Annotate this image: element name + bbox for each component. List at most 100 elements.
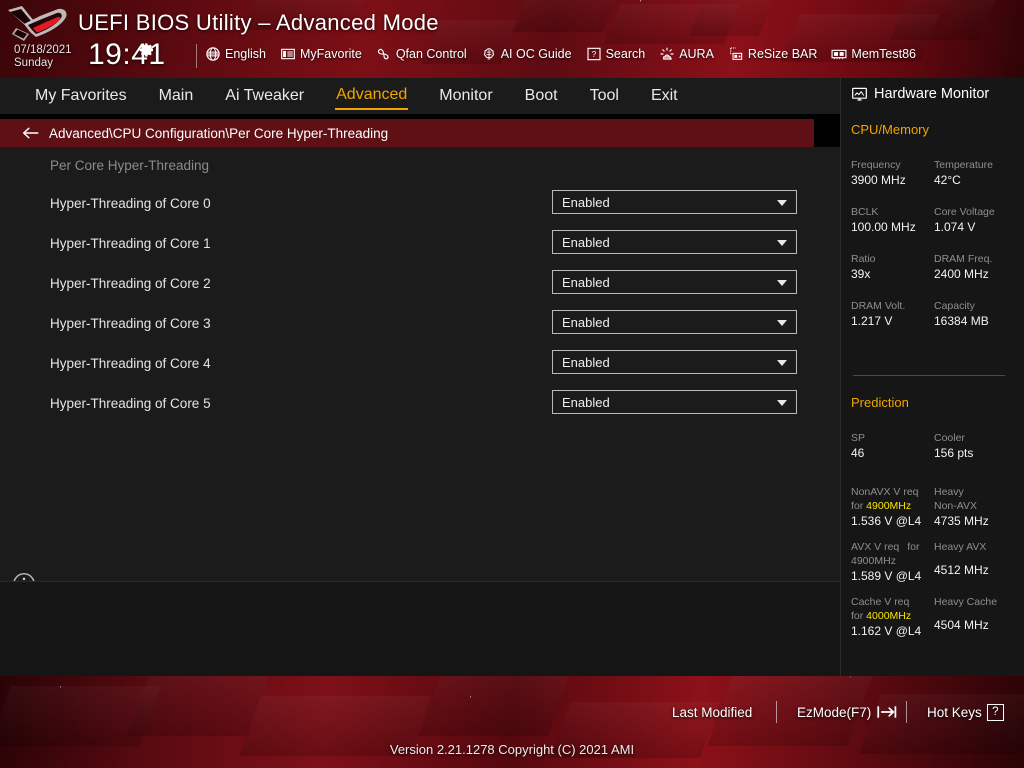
setting-label: Hyper-Threading of Core 1 (50, 236, 211, 251)
hyper-threading-core2-dropdown[interactable]: Enabled (552, 270, 797, 294)
toolbar-label: AI OC Guide (501, 47, 572, 61)
hwm-row: BCLK 100.00 MHz Core Voltage 1.074 V (851, 205, 1017, 235)
hwm-cell: Cooler 156 pts (934, 431, 1017, 461)
hwm-cell: Heavy AVX 4512 MHz (934, 540, 1017, 584)
tab-ai-tweaker[interactable]: Ai Tweaker (224, 84, 305, 109)
hwm-value: 42°C (934, 172, 1017, 188)
hwm-value: 1.162 V @L4 (851, 623, 934, 639)
toolbar-label: ReSize BAR (748, 47, 817, 61)
resize-bar-icon (728, 46, 744, 62)
globe-icon (205, 46, 221, 62)
toolbar-item-qfan-control[interactable]: Qfan Control (376, 46, 467, 62)
hwm-cell: Cache V req for 4000MHz 1.162 V @L4 (851, 595, 934, 639)
brain-icon (481, 46, 497, 62)
dropdown-value: Enabled (553, 195, 610, 210)
toolbar-item-search[interactable]: ? Search (586, 46, 646, 62)
hwm-cell: DRAM Freq. 2400 MHz (934, 252, 1017, 282)
hwm-row: Ratio 39x DRAM Freq. 2400 MHz (851, 252, 1017, 282)
last-modified-button[interactable]: Last Modified (672, 705, 752, 720)
toolbar-item-english[interactable]: English (205, 46, 266, 62)
hwm-value: 4512 MHz (934, 562, 1017, 578)
back-arrow-icon[interactable] (22, 126, 39, 140)
hwm-row: DRAM Volt. 1.217 V Capacity 16384 MB (851, 299, 1017, 329)
hwm-section-cpu-memory: CPU/Memory (851, 122, 929, 137)
tab-advanced[interactable]: Advanced (335, 83, 408, 110)
hwm-row: SP 46 Cooler 156 pts (851, 431, 1017, 461)
content-lower-strip (0, 581, 840, 676)
date-text: 07/18/2021 (14, 44, 72, 57)
exit-arrow-icon (876, 705, 898, 719)
dropdown-value: Enabled (553, 275, 610, 290)
hwm-cell: Core Voltage 1.074 V (934, 205, 1017, 235)
fan-icon (376, 46, 392, 62)
chevron-down-icon (777, 240, 787, 246)
hwm-key: DRAM Freq. (934, 252, 1017, 266)
hwm-key: Frequency (851, 158, 934, 172)
hwm-key: Heavy Cache (934, 595, 1017, 609)
rog-logo-icon (6, 4, 72, 46)
tab-my-favorites[interactable]: My Favorites (34, 84, 128, 109)
hwm-key: AVX V reqfor (851, 540, 934, 554)
toolbar-label: MemTest86 (851, 47, 916, 61)
hwm-key: BCLK (851, 205, 934, 219)
list-icon (280, 46, 296, 62)
footer-bar: Last Modified EzMode(F7) Hot Keys ? Vers… (0, 676, 1024, 768)
setting-label: Hyper-Threading of Core 3 (50, 316, 211, 331)
toolbar-item-memtest86[interactable]: MemTest86 (831, 46, 916, 62)
chevron-down-icon (777, 280, 787, 286)
hwm-cell: SP 46 (851, 431, 934, 461)
bios-screen: UEFI BIOS Utility – Advanced Mode 07/18/… (0, 0, 1024, 768)
hwm-key-highlight: 4900MHz (851, 554, 934, 568)
hwm-key: Cache V req (851, 595, 934, 609)
hwm-cell: Temperature 42°C (934, 158, 1017, 188)
hyper-threading-core0-dropdown[interactable]: Enabled (552, 190, 797, 214)
toolbar-label: Qfan Control (396, 47, 467, 61)
toolbar-item-resize-bar[interactable]: ReSize BAR (728, 46, 817, 62)
tab-main[interactable]: Main (158, 84, 195, 109)
hwm-cpu-memory-grid: Frequency 3900 MHz Temperature 42°C BCLK… (851, 158, 1017, 329)
ezmode-button[interactable]: EzMode(F7) (797, 705, 898, 720)
hwm-key-highlight: 4000MHz (866, 610, 911, 622)
toolbar-item-myfavorite[interactable]: MyFavorite (280, 46, 362, 62)
hwm-row: Frequency 3900 MHz Temperature 42°C (851, 158, 1017, 188)
hwm-cell: NonAVX V req for 4900MHz 1.536 V @L4 (851, 485, 934, 529)
tab-exit[interactable]: Exit (650, 84, 679, 109)
hwm-key: Cooler (934, 431, 1017, 445)
hwm-key: NonAVX V req (851, 485, 934, 499)
hwm-cell: Heavy Cache 4504 MHz (934, 595, 1017, 639)
breadcrumb[interactable]: Advanced\CPU Configuration\Per Core Hype… (0, 119, 814, 147)
setting-row-core1: Hyper-Threading of Core 1 Enabled (0, 227, 840, 267)
hwm-value: 1.217 V (851, 313, 934, 329)
date-display: 07/18/2021 Sunday (14, 44, 72, 70)
chevron-down-icon (777, 320, 787, 326)
toolbar-item-aura[interactable]: AURA (659, 46, 714, 62)
hwm-cell: BCLK 100.00 MHz (851, 205, 934, 235)
hwm-cell: DRAM Volt. 1.217 V (851, 299, 934, 329)
gear-icon[interactable] (139, 42, 155, 58)
hwm-section-prediction: Prediction (851, 395, 909, 410)
hyper-threading-core1-dropdown[interactable]: Enabled (552, 230, 797, 254)
hyper-threading-core4-dropdown[interactable]: Enabled (552, 350, 797, 374)
last-modified-label: Last Modified (672, 705, 752, 720)
settings-panel: Per Core Hyper-Threading Hyper-Threading… (0, 147, 840, 581)
footer-divider (776, 701, 777, 723)
hwm-value: 16384 MB (934, 313, 1017, 329)
hwm-row: AVX V reqfor 4900MHz 1.589 V @L4 Heavy A… (851, 540, 1017, 584)
hwm-value: 1.536 V @L4 (851, 513, 934, 529)
hotkeys-button[interactable]: Hot Keys ? (927, 704, 1004, 721)
tab-tool[interactable]: Tool (589, 84, 620, 109)
version-text: Version 2.21.1278 Copyright (C) 2021 AMI (0, 742, 1024, 757)
toolbar-item-ai-oc-guide[interactable]: AI OC Guide (481, 46, 572, 62)
setting-row-core5: Hyper-Threading of Core 5 Enabled (0, 387, 840, 427)
hwm-row: NonAVX V req for 4900MHz 1.536 V @L4 Hea… (851, 485, 1017, 529)
hyper-threading-core3-dropdown[interactable]: Enabled (552, 310, 797, 334)
hwm-cell: Capacity 16384 MB (934, 299, 1017, 329)
hwm-key: SP (851, 431, 934, 445)
hwm-cell: Frequency 3900 MHz (851, 158, 934, 188)
svg-text:?: ? (591, 49, 596, 59)
tab-boot[interactable]: Boot (524, 84, 559, 109)
tab-monitor[interactable]: Monitor (438, 84, 493, 109)
hwm-divider (853, 375, 1005, 376)
hwm-key: Core Voltage (934, 205, 1017, 219)
hyper-threading-core5-dropdown[interactable]: Enabled (552, 390, 797, 414)
